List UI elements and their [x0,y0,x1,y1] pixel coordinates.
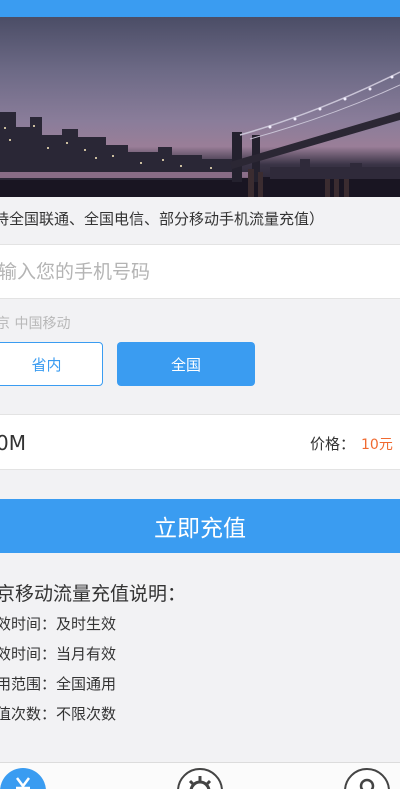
description-title: 京移动流量充值说明： [0,583,187,605]
carrier-info: 京 中国移动 [0,316,71,332]
gear-icon[interactable] [177,768,223,789]
description-line: 效时间：当月有效 [0,645,117,663]
price-label: 价格： [310,435,356,453]
province-scope-button[interactable]: 省内 [0,342,103,386]
description-line: 效时间：及时生效 [0,615,117,633]
plan-size: 0M [0,431,26,455]
national-scope-button[interactable]: 全国 [117,342,255,386]
banner-image [0,17,400,197]
description-line: 值次数：不限次数 [0,705,117,723]
price-value: 10元 [361,437,393,453]
recharge-now-button[interactable]: 立即充值 [0,499,400,553]
phone-input-row [0,244,400,299]
plan-row[interactable]: 0M 价格： 10元 [0,414,400,470]
bottom-nav [0,762,400,789]
phone-number-input[interactable] [0,245,394,298]
supported-carriers-notice: 持全国联通、全国电信、部分移动手机流量充值） [0,210,325,228]
description-line: 用范围：全国通用 [0,675,117,693]
home-icon[interactable] [0,768,46,789]
top-bar [0,0,400,17]
user-icon[interactable] [344,768,390,789]
